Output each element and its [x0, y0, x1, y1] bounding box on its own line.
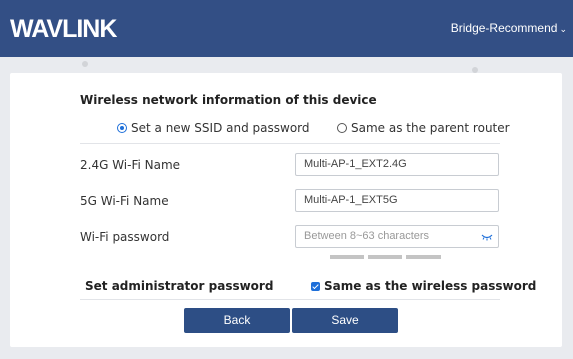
password-strength-medium [368, 255, 402, 259]
eye-closed-icon[interactable] [481, 233, 493, 241]
wifi5-name-input[interactable]: Multi-AP-1_EXT5G [295, 189, 499, 212]
same-as-wireless-label: Same as the wireless password [324, 279, 537, 293]
wifi5-name-label: 5G Wi-Fi Name [80, 194, 169, 208]
divider [80, 299, 500, 300]
chevron-down-icon: ⌄ [559, 24, 567, 34]
wavlink-logo: WAVLINK [10, 15, 117, 43]
wifi-password-label: Wi-Fi password [80, 230, 170, 244]
checkbox-checked-icon [311, 282, 320, 291]
wifi-password-input[interactable]: Between 8~63 characters [295, 225, 499, 248]
password-strength-weak [330, 255, 364, 259]
wifi24-name-input[interactable]: Multi-AP-1_EXT2.4G [295, 153, 499, 176]
same-as-wireless-checkbox[interactable]: Same as the wireless password [311, 279, 536, 293]
password-placeholder: Between 8~63 characters [304, 230, 430, 242]
wifi24-name-label: 2.4G Wi-Fi Name [80, 158, 181, 172]
divider [80, 143, 500, 144]
save-button[interactable]: Save [292, 308, 398, 333]
mode-label: Bridge-Recommend [450, 21, 558, 35]
radio-unselected-icon [337, 123, 347, 133]
back-button[interactable]: Back [184, 308, 290, 333]
decorative-dot [82, 61, 88, 67]
password-strength-strong [406, 255, 441, 259]
radio-selected-icon [117, 123, 127, 133]
radio-same-as-parent[interactable]: Same as the parent router [337, 121, 510, 135]
radio-same-label: Same as the parent router [351, 121, 510, 135]
admin-password-label: Set administrator password [85, 279, 274, 293]
radio-new-ssid[interactable]: Set a new SSID and password [117, 121, 310, 135]
section-title: Wireless network information of this dev… [80, 93, 377, 107]
setup-card: Wireless network information of this dev… [10, 73, 562, 347]
top-header: WAVLINK Bridge-Recommend ⌄ [0, 0, 573, 57]
radio-new-ssid-label: Set a new SSID and password [131, 121, 310, 135]
mode-dropdown[interactable]: Bridge-Recommend ⌄ [451, 21, 567, 35]
